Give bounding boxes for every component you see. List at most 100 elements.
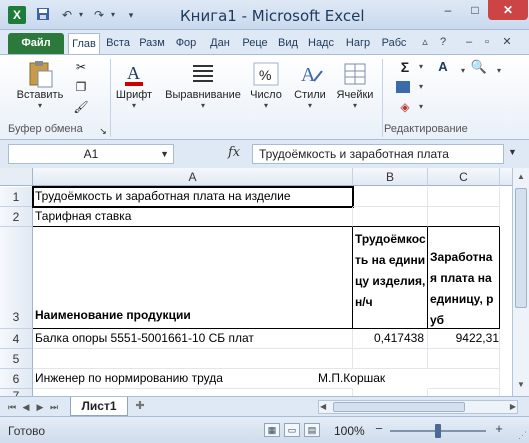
cell-b7[interactable] — [353, 389, 428, 396]
row-header-7[interactable]: 7 — [0, 389, 33, 396]
fill-icon[interactable] — [396, 81, 410, 93]
save-icon[interactable] — [34, 7, 52, 23]
sheet-tab-active[interactable]: Лист1 — [70, 397, 128, 416]
resize-grip-icon[interactable]: ⋰ — [518, 430, 527, 441]
row-header-4[interactable]: 4 — [0, 329, 33, 349]
prev-sheet-icon[interactable]: ◀ — [20, 400, 32, 414]
find-select-icon[interactable]: 🔍 — [468, 59, 490, 81]
font-button[interactable]: A Шрифт ▾ — [114, 59, 154, 110]
cell-b3[interactable]: Трудоёмкость на единицу изделия, н/ч — [353, 227, 428, 329]
insert-function-icon[interactable]: fx — [228, 145, 240, 160]
page-layout-view-icon[interactable]: ▭ — [284, 423, 300, 437]
autosum-dropdown-icon[interactable]: ▾ — [412, 59, 430, 75]
styles-button[interactable]: A Стили ▾ — [290, 59, 330, 110]
tab-team[interactable]: Рабс — [378, 33, 410, 54]
cell-a3[interactable]: Наименование продукции — [33, 227, 353, 329]
worksheet-grid[interactable]: A B C 1 2 3 4 5 6 7 Трудоёмкость и зараб… — [0, 168, 529, 396]
alignment-button[interactable]: Выравнивание ▾ — [160, 59, 246, 110]
tab-formulas[interactable]: Фор — [170, 33, 202, 54]
minimize-ribbon-icon[interactable]: ▵ — [418, 35, 432, 49]
cell-b5[interactable] — [353, 349, 428, 369]
cell-b1[interactable] — [353, 187, 428, 207]
cell-a7[interactable] — [33, 389, 353, 396]
name-box-dropdown-icon[interactable]: ▼ — [160, 145, 169, 163]
doc-restore-icon[interactable]: ▫ — [480, 35, 494, 49]
zoom-level[interactable]: 100% — [334, 424, 365, 438]
tab-data[interactable]: Дан — [204, 33, 236, 54]
name-box[interactable]: A1 ▼ — [8, 144, 174, 164]
next-sheet-icon[interactable]: ▶ — [34, 400, 46, 414]
cell-c5[interactable] — [428, 349, 500, 369]
cell-b2[interactable] — [353, 207, 428, 227]
tab-load-test[interactable]: Нагр — [340, 33, 376, 54]
cut-icon[interactable]: ✂ — [72, 59, 90, 75]
tab-view[interactable]: Вид — [274, 33, 302, 54]
vertical-scroll-thumb[interactable] — [515, 188, 527, 308]
vertical-scrollbar[interactable]: ▲ ▼ — [512, 168, 529, 396]
scroll-up-icon[interactable]: ▲ — [514, 170, 528, 184]
scroll-down-icon[interactable]: ▼ — [514, 378, 528, 392]
row-header-3[interactable]: 3 — [0, 227, 33, 329]
cell-b4[interactable]: 0,417438 — [353, 329, 428, 349]
cell-c3[interactable]: Заработная плата на единицу, руб — [428, 227, 500, 329]
cell-c1[interactable] — [428, 187, 500, 207]
row-header-6[interactable]: 6 — [0, 369, 33, 389]
undo-dropdown-icon[interactable]: ▾ — [72, 7, 90, 23]
column-header-b[interactable]: B — [353, 168, 428, 186]
clear-dropdown-icon[interactable]: ▾ — [412, 99, 430, 115]
expand-formula-bar-icon[interactable]: ▼ — [508, 147, 517, 157]
help-icon[interactable]: ? — [436, 35, 450, 49]
minimize-button[interactable]: – — [434, 0, 462, 20]
cell-a2[interactable]: Тарифная ставка — [33, 207, 353, 227]
fill-dropdown-icon[interactable]: ▾ — [412, 79, 430, 95]
cell-a6[interactable]: Инженер по нормированию труда — [33, 369, 353, 389]
select-all-corner[interactable] — [0, 168, 33, 186]
find-select-dropdown-icon[interactable]: ▾ — [490, 63, 508, 79]
paste-button[interactable]: Вставить ▾ — [14, 59, 66, 110]
insert-sheet-icon[interactable]: ✚ — [130, 399, 150, 414]
maximize-button[interactable]: □ — [462, 0, 488, 20]
zoom-in-button[interactable]: + — [492, 422, 506, 437]
scroll-left-icon[interactable]: ◀ — [320, 401, 326, 413]
cell-c7[interactable] — [428, 389, 500, 396]
scroll-right-icon[interactable]: ▶ — [510, 401, 516, 413]
normal-view-icon[interactable]: ▦ — [264, 423, 280, 437]
customize-icon[interactable]: ▾ — [122, 7, 140, 23]
cell-a5[interactable] — [33, 349, 353, 369]
zoom-slider-thumb[interactable] — [435, 424, 441, 438]
horizontal-scroll-thumb[interactable] — [333, 402, 465, 412]
format-painter-icon[interactable]: 🖌 — [72, 99, 90, 115]
column-header-c[interactable]: C — [428, 168, 500, 186]
row-header-1[interactable]: 1 — [0, 187, 33, 207]
cells-button[interactable]: Ячейки ▾ — [334, 59, 376, 110]
formula-input[interactable]: Трудоёмкость и заработная плата — [252, 144, 504, 164]
cell-c2[interactable] — [428, 207, 500, 227]
tab-home[interactable]: Глав — [68, 33, 100, 54]
row-header-5[interactable]: 5 — [0, 349, 33, 369]
cell-a1[interactable]: Трудоёмкость и заработная плата на издел… — [32, 186, 354, 208]
page-break-view-icon[interactable]: ▤ — [304, 423, 320, 437]
tab-insert[interactable]: Вста — [102, 33, 134, 54]
tab-page-layout[interactable]: Разм — [136, 33, 168, 54]
cell-b6[interactable]: М.П.Коршак — [318, 369, 428, 389]
cell-c6[interactable] — [428, 369, 500, 389]
horizontal-scrollbar[interactable]: ◀ ▶ — [318, 400, 518, 414]
cell-a4[interactable]: Балка опоры 5551-5001661-10 СБ плат — [33, 329, 353, 349]
paste-dropdown-icon[interactable]: ▾ — [14, 101, 66, 110]
sort-filter-icon[interactable]: A — [432, 59, 454, 81]
row-header-2[interactable]: 2 — [0, 207, 33, 227]
last-sheet-icon[interactable]: ⏭ — [48, 400, 60, 414]
doc-minimize-icon[interactable]: – — [462, 35, 476, 49]
column-header-a[interactable]: A — [33, 168, 353, 186]
close-button[interactable]: ✕ — [488, 0, 528, 20]
zoom-out-button[interactable]: − — [372, 422, 386, 437]
tab-file[interactable]: Файл — [8, 33, 64, 54]
tab-review[interactable]: Реце — [238, 33, 272, 54]
tab-addins[interactable]: Надс — [304, 33, 338, 54]
copy-icon[interactable]: ❐ — [72, 79, 90, 95]
excel-app-icon[interactable]: X — [8, 6, 26, 24]
redo-dropdown-icon[interactable]: ▾ — [104, 7, 122, 23]
number-button[interactable]: % Число ▾ — [248, 59, 284, 110]
doc-close-icon[interactable]: ✕ — [500, 35, 514, 49]
cell-c4[interactable]: 9422,31 — [428, 329, 500, 349]
